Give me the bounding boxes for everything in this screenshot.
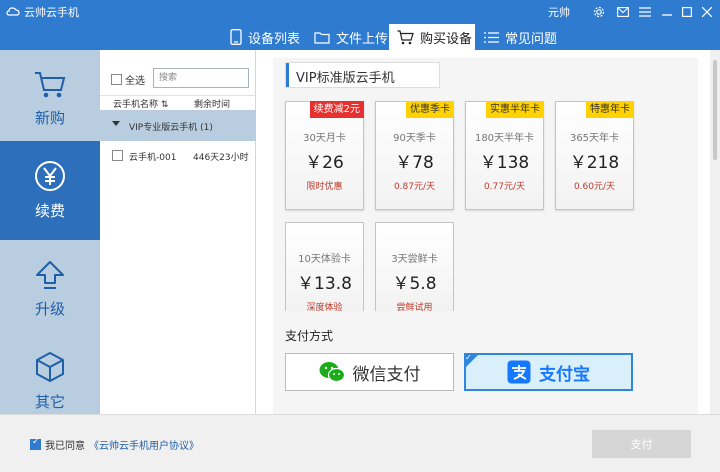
plan-card-365-day[interactable]: 特惠年卡 365天年卡 ￥218 0.60元/天 xyxy=(555,101,634,210)
device-checkbox[interactable] xyxy=(112,150,123,161)
upgrade-icon xyxy=(36,261,64,289)
list-icon xyxy=(484,31,499,43)
settings-icon[interactable] xyxy=(590,3,608,21)
content-scrollbar[interactable] xyxy=(710,50,720,414)
plan-card-3-day[interactable]: 3天尝鲜卡 ￥5.8 尝鲜试用 xyxy=(375,222,454,313)
selected-check-icon: ✓ xyxy=(464,353,480,369)
tab-device-list[interactable]: 设备列表 xyxy=(226,24,306,50)
plan-name: 365天年卡 xyxy=(569,133,620,144)
agree-label: 我已同意 xyxy=(45,441,85,452)
wechat-pay-label: 微信支付 xyxy=(352,364,421,385)
device-name: 云手机-001 xyxy=(129,153,177,163)
plan-card-180-day[interactable]: 实惠半年卡 180天半年卡 ￥138 0.77元/天 xyxy=(465,101,544,210)
sidebar-item-upgrade[interactable]: 升级 xyxy=(0,240,100,339)
select-all-label: 全选 xyxy=(125,76,145,87)
plan-price: ￥5.8 xyxy=(392,274,437,294)
plan-name: 10天体验卡 xyxy=(298,254,351,265)
cube-icon xyxy=(36,352,64,382)
column-header-name[interactable]: 云手机名称 ⇅ xyxy=(113,97,168,110)
plan-badge: 续费减2元 xyxy=(309,101,364,118)
tab-label: 常见问题 xyxy=(505,31,558,47)
plan-card-30-day[interactable]: 续费减2元 30天月卡 ￥26 限时优惠 xyxy=(285,101,364,210)
device-list-panel: 全选 云手机名称 ⇅ 剩余时间 VIP专业版云手机 (1) 云手机-001 44… xyxy=(100,50,256,414)
folder-icon xyxy=(314,31,330,44)
sort-icon: ⇅ xyxy=(160,100,169,110)
group-label: VIP专业版云手机 (1) xyxy=(129,123,213,133)
plan-subtitle: 深度体验 xyxy=(306,303,343,313)
phone-icon xyxy=(230,29,242,45)
title-bar: 云帅云手机 元帅 xyxy=(0,0,720,24)
plan-card-10-day[interactable]: 10天体验卡 ￥13.8 深度体验 xyxy=(285,222,364,313)
plan-price: ￥13.8 xyxy=(297,274,352,294)
app-logo-icon xyxy=(6,7,20,16)
tab-buy-device[interactable]: 购买设备 xyxy=(389,24,475,50)
sidebar-item-label: 升级 xyxy=(34,300,65,318)
plan-subtitle: 0.60元/天 xyxy=(573,182,616,192)
sidebar-item-label: 续费 xyxy=(34,202,65,220)
plan-price: ￥218 xyxy=(569,153,620,173)
device-row[interactable]: 云手机-001 446天23小时 xyxy=(100,146,256,166)
expand-triangle-icon[interactable] xyxy=(112,121,120,126)
plan-name: 90天季卡 xyxy=(393,133,436,144)
sidebar-item-new-purchase[interactable]: 新购 xyxy=(0,50,100,149)
select-all-checkbox[interactable]: 全选 xyxy=(111,72,145,87)
cart-icon xyxy=(397,29,414,44)
sidebar: 新购 续费 升级 其它 xyxy=(0,50,100,414)
wechat-pay-button[interactable]: 微信支付 xyxy=(285,353,454,391)
plan-subtitle: 限时优惠 xyxy=(306,182,343,192)
sidebar-item-label: 新购 xyxy=(34,109,65,127)
column-header-remaining[interactable]: 剩余时间 xyxy=(194,97,230,110)
tab-file-upload[interactable]: 文件上传 xyxy=(312,24,388,50)
cart-icon xyxy=(35,72,66,98)
close-icon[interactable] xyxy=(698,3,716,21)
sidebar-item-label: 其它 xyxy=(34,393,65,411)
plan-price: ￥78 xyxy=(395,153,434,173)
search-input[interactable] xyxy=(153,68,249,88)
plan-subtitle: 0.77元/天 xyxy=(483,182,526,192)
device-remaining: 446天23小时 xyxy=(193,153,249,163)
plan-price: ￥26 xyxy=(305,153,344,173)
maximize-icon[interactable] xyxy=(678,3,696,21)
scrollbar-thumb[interactable] xyxy=(713,60,717,160)
menu-icon[interactable] xyxy=(636,3,654,21)
wechat-icon xyxy=(319,362,345,383)
main-tab-bar: 设备列表 文件上传 购买设备 常见问题 xyxy=(0,24,720,50)
plan-price: ￥138 xyxy=(479,153,530,173)
yen-icon xyxy=(35,161,65,191)
plan-name: 30天月卡 xyxy=(303,133,346,144)
tab-label: 设备列表 xyxy=(248,31,301,47)
plan-badge: 特惠年卡 xyxy=(586,101,634,118)
alipay-icon xyxy=(507,360,531,384)
plan-name: 180天半年卡 xyxy=(474,133,535,144)
plan-subtitle: 尝鲜试用 xyxy=(396,303,433,313)
plan-title: VIP标准版云手机 xyxy=(285,62,440,88)
plan-card-90-day[interactable]: 优惠季卡 90天季卡 ￥78 0.87元/天 xyxy=(375,101,454,210)
plan-subtitle: 0.87元/天 xyxy=(393,182,436,192)
alipay-button[interactable]: ✓ 支付宝 xyxy=(464,353,633,391)
minimize-icon[interactable] xyxy=(658,3,676,21)
plan-badge: 优惠季卡 xyxy=(406,101,454,118)
agreement-row: 我已同意 《云帅云手机用户协议》 xyxy=(30,437,199,452)
alipay-label: 支付宝 xyxy=(539,364,590,385)
device-list-header: 云手机名称 ⇅ 剩余时间 xyxy=(100,95,256,110)
tab-label: 文件上传 xyxy=(336,31,389,47)
agree-checkbox[interactable] xyxy=(30,437,41,450)
device-group-vip[interactable]: VIP专业版云手机 (1) xyxy=(100,110,256,141)
payment-method-title: 支付方式 xyxy=(285,329,334,343)
checkbox-box[interactable] xyxy=(111,74,122,85)
pay-button[interactable]: 支付 xyxy=(592,430,691,458)
sidebar-item-renew[interactable]: 续费 xyxy=(0,141,100,240)
agreement-link[interactable]: 《云帅云手机用户协议》 xyxy=(89,437,199,452)
app-title: 云帅云手机 xyxy=(24,6,79,19)
plan-badge: 实惠半年卡 xyxy=(486,101,544,118)
mail-icon[interactable] xyxy=(614,3,632,21)
footer-bar: 我已同意 《云帅云手机用户协议》 支付 xyxy=(0,414,720,472)
tab-label: 购买设备 xyxy=(420,31,473,47)
tab-faq[interactable]: 常见问题 xyxy=(482,24,562,50)
plan-name: 3天尝鲜卡 xyxy=(391,254,438,265)
user-name[interactable]: 元帅 xyxy=(548,4,570,20)
